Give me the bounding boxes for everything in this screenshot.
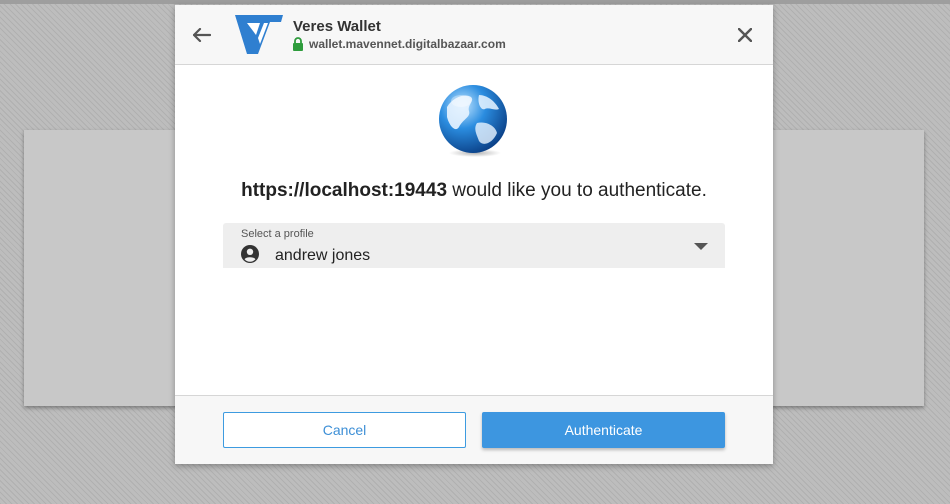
profile-select[interactable]: Select a profile andrew jones — [223, 223, 725, 268]
app-title: Veres Wallet — [293, 18, 381, 35]
lock-icon — [293, 37, 303, 51]
message-text: would like you to authenticate. — [447, 180, 707, 201]
close-icon — [738, 28, 752, 42]
arrow-left-icon — [193, 28, 211, 42]
authentication-message: https://localhost:19443 would like you t… — [175, 180, 773, 202]
account-circle-icon — [241, 245, 259, 263]
profile-select-value: andrew jones — [275, 247, 371, 264]
caret-down-icon — [694, 243, 708, 250]
close-button[interactable] — [733, 23, 757, 47]
dialog-footer: Cancel Authenticate — [175, 395, 773, 464]
wallet-origin-url: wallet.mavennet.digitalbazaar.com — [309, 37, 506, 51]
requesting-origin: https://localhost:19443 — [241, 180, 448, 201]
dialog-header: Veres Wallet wallet.mavennet.digitalbaza… — [175, 5, 773, 65]
authentication-dialog: Veres Wallet wallet.mavennet.digitalbaza… — [175, 5, 773, 464]
profile-select-label: Select a profile — [241, 228, 314, 240]
back-button[interactable] — [189, 22, 215, 48]
globe-icon — [439, 85, 507, 157]
veres-logo-icon — [235, 15, 283, 54]
cancel-button[interactable]: Cancel — [223, 412, 466, 448]
authenticate-button[interactable]: Authenticate — [482, 412, 725, 448]
browser-top-border — [0, 0, 950, 4]
